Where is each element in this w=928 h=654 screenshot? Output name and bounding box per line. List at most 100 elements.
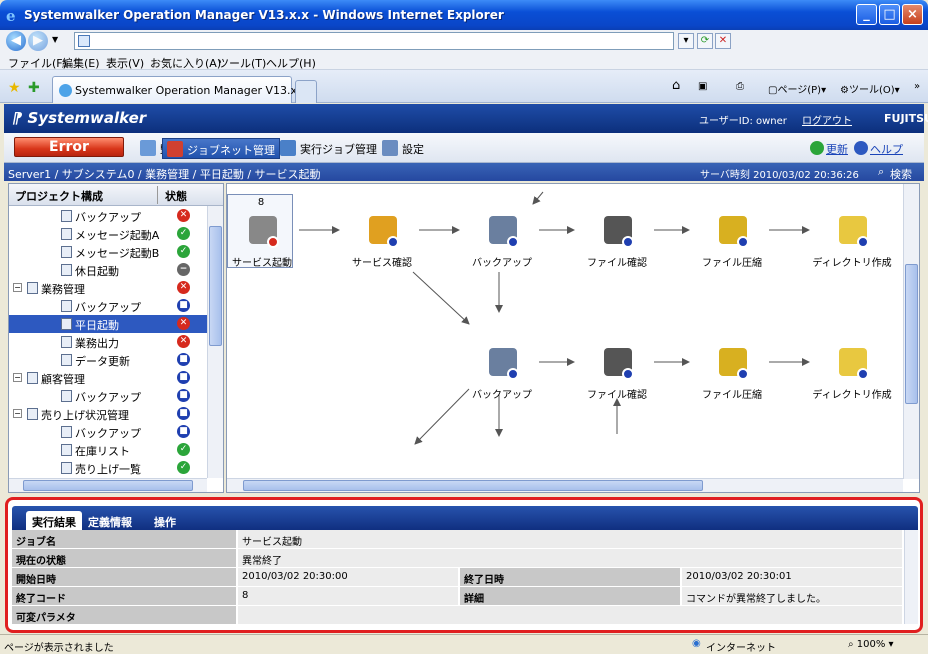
zoom-level[interactable]: ⌕ 100% ▾ — [848, 639, 894, 650]
window-title: Systemwalker Operation Manager V13.x.x -… — [24, 8, 504, 22]
menu-tools[interactable]: ツール(T) — [218, 55, 266, 71]
history-dropdown-icon[interactable]: ▼ — [52, 35, 58, 44]
collapse-toggle-icon[interactable]: − — [13, 409, 22, 418]
detail-row: ジョブ名 サービス起動 — [12, 530, 902, 548]
job-node[interactable]: ディレクトリ作成 — [812, 202, 892, 272]
tools-menu[interactable]: ⚙ツール(O)▾ — [840, 81, 900, 96]
tree-vertical-scrollbar[interactable] — [207, 206, 223, 478]
canvas-horizontal-scrollbar[interactable] — [227, 478, 903, 492]
logo-text: Systemwalker — [27, 109, 147, 127]
tree-hscroll-thumb[interactable] — [23, 480, 193, 491]
jobnet-icon — [61, 300, 72, 312]
job-node[interactable]: サービス確認 — [347, 202, 417, 272]
tree-item[interactable]: バックアップ ■ — [9, 297, 207, 315]
tree-item[interactable]: メッセージ起動B ✓ — [9, 243, 207, 261]
disabled-status-icon: − — [177, 263, 190, 276]
canvas-vertical-scrollbar[interactable] — [903, 184, 919, 479]
tree-item[interactable]: − 顧客管理 ■ — [9, 369, 207, 387]
ok-status-icon: ✓ — [177, 245, 190, 258]
new-tab-button[interactable] — [295, 80, 317, 103]
jobnet-flow-canvas[interactable]: 8 サービス起動 サービス確認 バックアップ ファイル確認 ファイル圧縮 ディレクトリ作成… — [226, 183, 920, 493]
tree-item[interactable]: バックアップ ■ — [9, 387, 207, 405]
app-header: ⁋ Systemwalker ユーザーID: owner ログアウト FUJIT… — [4, 104, 928, 133]
tree-scroll-thumb[interactable] — [209, 226, 222, 346]
nav-settings[interactable]: 設定 — [378, 138, 428, 159]
tab-execution-result[interactable]: 実行結果 — [26, 511, 82, 530]
tree-item[interactable]: データ更新 ■ — [9, 351, 207, 369]
job-node[interactable]: サービス起動 — [227, 202, 297, 272]
forward-button[interactable]: ▶ — [28, 31, 48, 51]
address-input[interactable] — [74, 32, 674, 50]
tree-header-divider[interactable] — [157, 186, 158, 204]
logout-link[interactable]: ログアウト — [802, 112, 852, 127]
refresh-button[interactable]: ⟳ — [697, 33, 713, 49]
help-link[interactable]: ヘルプ — [870, 141, 903, 157]
detail-vertical-scrollbar[interactable] — [904, 530, 918, 624]
tab-operation[interactable]: 操作 — [148, 511, 182, 530]
job-node[interactable]: ファイル圧縮 — [697, 202, 767, 272]
back-button[interactable]: ◀ — [6, 31, 26, 51]
tree-item[interactable]: 売り上げ一覧 ✓ — [9, 459, 207, 477]
refresh-icon[interactable] — [810, 141, 824, 155]
detail-key: 終了コード — [12, 587, 236, 605]
collapse-toggle-icon[interactable]: − — [13, 373, 22, 382]
menu-file[interactable]: ファイル(F) — [8, 55, 67, 71]
job-node[interactable]: ファイル確認 — [582, 202, 652, 272]
waiting-badge-icon — [387, 236, 399, 248]
job-node[interactable]: ファイル圧縮 — [697, 334, 767, 404]
tree-horizontal-scrollbar[interactable] — [9, 478, 207, 492]
canvas-hscroll-thumb[interactable] — [243, 480, 703, 491]
tree-item-label: 顧客管理 — [41, 373, 85, 386]
menu-view[interactable]: 表示(V) — [106, 55, 144, 71]
canvas-scroll-thumb[interactable] — [905, 264, 918, 404]
maximize-button[interactable]: □ — [879, 4, 900, 25]
address-dropdown-button[interactable]: ▾ — [678, 33, 694, 49]
waiting-badge-icon — [737, 236, 749, 248]
tree-item[interactable]: 平日起動 ✕ — [9, 315, 207, 333]
nav-running-jobs[interactable]: 実行ジョブ管理 — [276, 138, 381, 159]
page-icon — [78, 35, 90, 47]
search-link[interactable]: 検索 — [890, 166, 912, 182]
search-icon[interactable]: ⌕ — [878, 165, 884, 179]
page-menu[interactable]: ▢ページ(P)▾ — [768, 81, 826, 96]
stop-button[interactable]: ✕ — [715, 33, 731, 49]
tree-item[interactable]: 休日起動 − — [9, 261, 207, 279]
flow-arrow — [412, 271, 470, 325]
menu-favorites[interactable]: お気に入り(A) — [150, 55, 221, 71]
menu-help[interactable]: ヘルプ(H) — [266, 55, 316, 71]
home-icon[interactable]: ⌂ — [672, 78, 680, 93]
tree-item[interactable]: バックアップ ■ — [9, 423, 207, 441]
help-icon[interactable] — [854, 141, 868, 155]
menu-edit[interactable]: 編集(E) — [62, 55, 100, 71]
detail-key: ジョブ名 — [12, 530, 236, 548]
tree-item[interactable]: 在庫リスト ✓ — [9, 441, 207, 459]
tree-item[interactable]: バックアップ ✕ — [9, 207, 207, 225]
feeds-icon[interactable]: ▣ — [698, 81, 707, 92]
minimize-button[interactable]: _ — [856, 4, 877, 25]
nav-jobnet-management[interactable]: ジョブネット管理 — [162, 138, 280, 159]
close-button[interactable]: × — [902, 4, 923, 25]
job-node[interactable]: バックアップ — [467, 202, 537, 272]
job-node[interactable]: ディレクトリ作成 — [812, 334, 892, 404]
waiting-badge-icon — [857, 236, 869, 248]
update-link[interactable]: 更新 — [826, 141, 848, 157]
tab-definition-info[interactable]: 定義情報 — [82, 511, 138, 530]
print-icon[interactable]: ⎙ — [736, 81, 744, 92]
add-favorite-icon[interactable]: ✚ — [28, 80, 40, 96]
tree-item[interactable]: − 売り上げ状況管理 ■ — [9, 405, 207, 423]
tree-item[interactable]: メッセージ起動A ✓ — [9, 225, 207, 243]
jobnet-icon — [61, 228, 72, 240]
job-node[interactable]: バックアップ — [467, 334, 537, 404]
error-button[interactable]: Error — [14, 137, 124, 157]
tab-systemwalker[interactable]: Systemwalker Operation Manager V13.x.x — [52, 76, 307, 103]
job-node[interactable]: ファイル確認 — [582, 334, 652, 404]
waiting-badge-icon — [507, 368, 519, 380]
tree-item[interactable]: − 業務管理 ✕ — [9, 279, 207, 297]
collapse-toggle-icon[interactable]: − — [13, 283, 22, 292]
chevron-more-icon[interactable]: » — [914, 81, 920, 92]
browser-tab-bar: ★ ✚ Systemwalker Operation Manager V13.x… — [0, 70, 928, 103]
job-node-label: バックアップ — [472, 390, 532, 401]
window-title-bar[interactable]: e Systemwalker Operation Manager V13.x.x… — [0, 0, 928, 30]
favorites-star-icon[interactable]: ★ — [8, 80, 21, 96]
tree-item[interactable]: 業務出力 ✕ — [9, 333, 207, 351]
